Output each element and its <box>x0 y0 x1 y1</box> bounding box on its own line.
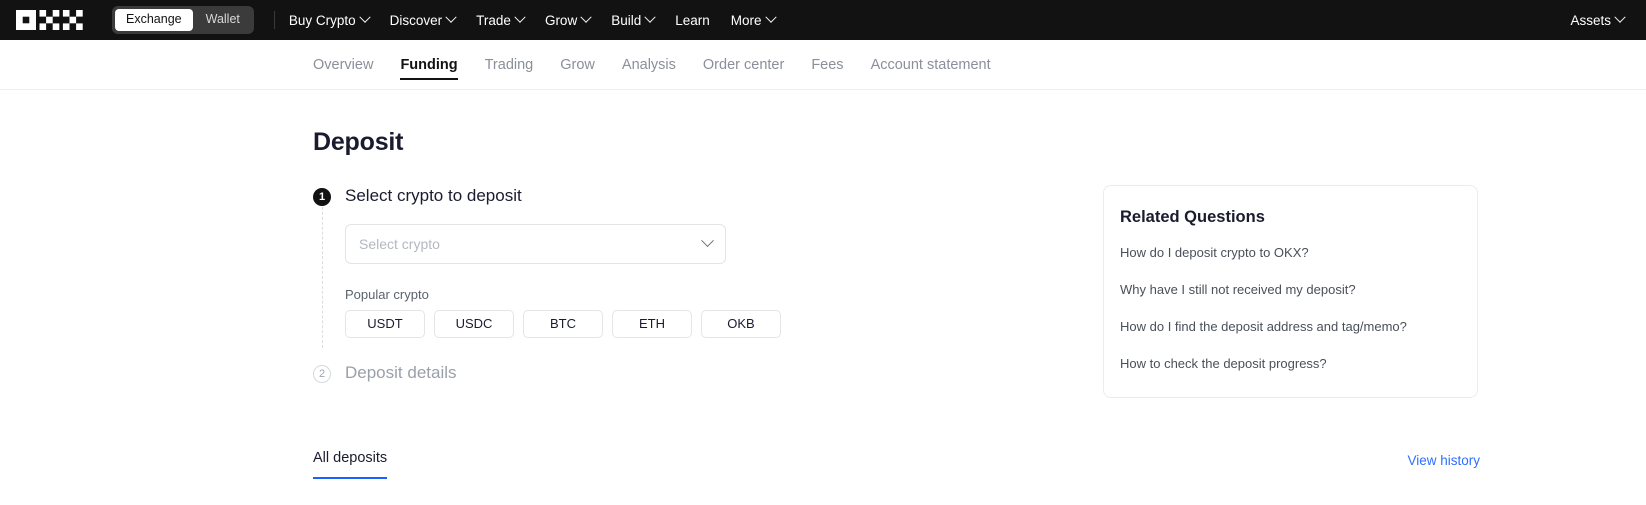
tab-account-statement[interactable]: Account statement <box>871 40 991 90</box>
menu-item-label: Build <box>611 12 642 28</box>
env-toggle[interactable]: Exchange Wallet <box>112 6 254 34</box>
main-menu: Buy Crypto Discover Trade Grow Build Lea… <box>288 11 777 28</box>
related-question-link[interactable]: How to check the deposit progress? <box>1104 356 1477 373</box>
step-1-body: Select crypto Popular crypto USDT USDC B… <box>345 208 781 348</box>
tab-all-deposits[interactable]: All deposits <box>313 450 388 479</box>
menu-item-label: Grow <box>544 12 578 28</box>
nav-divider <box>273 11 275 29</box>
view-history-link[interactable]: View history <box>1407 453 1480 479</box>
menu-item-label: Buy Crypto <box>288 12 356 28</box>
chevron-down-icon <box>701 234 714 248</box>
tab-order-center[interactable]: Order center <box>703 40 784 90</box>
step-connector <box>322 201 323 348</box>
deposits-bottom-bar: All deposits View history <box>0 450 1646 479</box>
tab-fees[interactable]: Fees <box>811 40 843 90</box>
env-toggle-exchange[interactable]: Exchange <box>115 9 193 31</box>
chevron-down-icon <box>358 11 371 23</box>
step-2-title: Deposit details <box>345 362 457 382</box>
chevron-down-icon <box>580 11 592 23</box>
tab-overview[interactable]: Overview <box>313 40 373 90</box>
chevron-down-icon <box>445 11 457 23</box>
related-question-link[interactable]: How do I deposit crypto to OKX? <box>1104 245 1477 262</box>
step-1-body-wrap: Select crypto Popular crypto USDT USDC B… <box>313 201 1103 348</box>
env-toggle-wallet[interactable]: Wallet <box>195 9 251 31</box>
menu-item-grow[interactable]: Grow <box>544 11 592 28</box>
topbar-right: Assets <box>1570 11 1626 28</box>
menu-item-assets[interactable]: Assets <box>1570 11 1626 28</box>
menu-item-trade[interactable]: Trade <box>476 11 526 28</box>
crypto-chip-eth[interactable]: ETH <box>612 309 692 338</box>
okx-logo[interactable] <box>16 10 86 30</box>
step-1-badge: 1 <box>313 188 331 206</box>
related-question-link[interactable]: Why have I still not received my deposit… <box>1104 282 1477 299</box>
deposit-page: Deposit 1 Select crypto to deposit Selec… <box>0 90 1646 505</box>
top-navigation-bar: Exchange Wallet Buy Crypto Discover Trad… <box>0 0 1646 40</box>
menu-item-label: Learn <box>675 12 710 28</box>
menu-item-label: More <box>730 12 762 28</box>
tab-funding[interactable]: Funding <box>400 40 458 90</box>
menu-item-learn[interactable]: Learn <box>675 13 710 28</box>
related-questions-title: Related Questions <box>1120 208 1265 226</box>
tab-analysis[interactable]: Analysis <box>622 40 676 90</box>
step-2: 2 Deposit details <box>313 362 1103 385</box>
chevron-down-icon <box>644 11 656 23</box>
menu-item-label: Discover <box>389 12 443 28</box>
crypto-select-value: Select crypto <box>359 235 440 252</box>
page-title: Deposit <box>313 128 404 156</box>
menu-item-build[interactable]: Build <box>611 11 656 28</box>
related-questions-card: Related Questions How do I deposit crypt… <box>1103 185 1478 398</box>
popular-crypto-label: Popular crypto <box>345 286 429 302</box>
crypto-select[interactable]: Select crypto <box>345 223 726 264</box>
crypto-chip-usdc[interactable]: USDC <box>434 309 514 338</box>
step-1-title: Select crypto to deposit <box>345 186 522 205</box>
menu-item-more[interactable]: More <box>730 11 777 28</box>
popular-crypto-chips: USDT USDC BTC ETH OKB <box>345 309 781 338</box>
content-columns: 1 Select crypto to deposit Select crypto… <box>313 157 1646 398</box>
menu-item-label: Trade <box>476 12 511 28</box>
assets-label: Assets <box>1570 12 1611 28</box>
tab-trading[interactable]: Trading <box>485 40 534 90</box>
crypto-chip-okb[interactable]: OKB <box>701 309 781 338</box>
menu-item-buy-crypto[interactable]: Buy Crypto <box>288 11 371 28</box>
menu-item-discover[interactable]: Discover <box>389 11 457 28</box>
chevron-down-icon <box>514 11 526 23</box>
crypto-chip-usdt[interactable]: USDT <box>345 309 425 338</box>
tab-grow[interactable]: Grow <box>560 40 595 90</box>
account-subnav: Overview Funding Trading Grow Analysis O… <box>0 40 1646 90</box>
chevron-down-icon <box>764 11 777 23</box>
related-question-link[interactable]: How do I find the deposit address and ta… <box>1104 319 1477 336</box>
crypto-chip-btc[interactable]: BTC <box>523 309 603 338</box>
related-questions-column: Related Questions How do I deposit crypt… <box>1103 157 1478 398</box>
step-1: 1 Select crypto to deposit <box>313 185 1103 210</box>
deposit-steps-column: 1 Select crypto to deposit Select crypto… <box>313 157 1103 385</box>
chevron-down-icon <box>1614 11 1626 23</box>
step-2-badge: 2 <box>313 364 331 383</box>
